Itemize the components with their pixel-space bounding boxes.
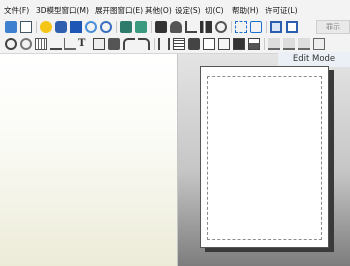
save-icon[interactable] <box>20 21 32 33</box>
cube-icon[interactable] <box>70 21 82 33</box>
menu-cut[interactable]: 切(C) <box>205 5 224 16</box>
bar-chart-icon[interactable] <box>200 21 212 33</box>
toolbar-main: 罪示 <box>0 18 350 36</box>
toolbar-separator <box>116 21 117 33</box>
menu-settings[interactable]: 设定(S) <box>175 5 201 16</box>
move-icon[interactable] <box>188 38 200 50</box>
print-icon[interactable] <box>248 38 260 50</box>
print-margin-guide <box>207 76 322 240</box>
edit-mode-label: Edit Mode <box>278 52 350 67</box>
text-icon[interactable]: T <box>78 38 90 50</box>
3d-model-pane[interactable] <box>0 54 178 266</box>
toolbar-separator <box>36 21 37 33</box>
paint-icon[interactable] <box>55 21 67 33</box>
undo-icon[interactable] <box>123 38 135 50</box>
image-icon[interactable] <box>93 38 105 50</box>
orbit-icon[interactable] <box>20 38 32 50</box>
truncated-toolbar-button[interactable]: 罪示 <box>316 20 350 34</box>
folder-open-icon[interactable] <box>5 21 17 33</box>
toolbar-separator <box>151 21 152 33</box>
select-area-icon[interactable] <box>235 21 247 33</box>
menu-other[interactable]: 其他(O) <box>145 5 172 16</box>
fill-icon[interactable] <box>135 21 147 33</box>
page-icon[interactable] <box>203 38 215 50</box>
lightbulb-icon[interactable] <box>40 21 52 33</box>
toolbar-separator <box>266 21 267 33</box>
pencil-icon[interactable] <box>64 38 76 50</box>
layout-icon[interactable] <box>233 38 245 50</box>
toolbar-separator <box>154 38 155 50</box>
menu-help[interactable]: 帮助(H) <box>232 5 259 16</box>
menu-bar: 文件(F) 3D模型窗口(M) 展开图窗口(E) 其他(O) 设定(S) 切(C… <box>0 0 350 18</box>
sphere-icon[interactable] <box>85 21 97 33</box>
distribute-icon[interactable] <box>173 38 185 50</box>
line-tool-icon[interactable] <box>50 38 62 50</box>
toolbar-separator <box>231 21 232 33</box>
menu-3d-model-window[interactable]: 3D模型窗口(M) <box>36 5 89 16</box>
redo-icon[interactable] <box>138 38 150 50</box>
stamp-icon[interactable] <box>108 38 120 50</box>
brush-icon[interactable] <box>155 21 167 33</box>
align-left-icon[interactable] <box>268 38 280 50</box>
rotate-icon[interactable] <box>100 21 112 33</box>
menu-license[interactable]: 许可证(L) <box>265 5 298 16</box>
resize-icon[interactable] <box>250 21 262 33</box>
toolbar-separator <box>264 38 265 50</box>
panel-icon[interactable] <box>313 38 325 50</box>
single-window-icon[interactable] <box>270 21 282 33</box>
person-icon[interactable] <box>185 21 197 33</box>
menu-unfold-window[interactable]: 展开图窗口(E) <box>95 5 143 16</box>
align-icon[interactable] <box>158 38 170 50</box>
cylinder-icon[interactable] <box>170 21 182 33</box>
grid-icon[interactable] <box>35 38 47 50</box>
rotate-view-icon[interactable] <box>5 38 17 50</box>
menu-file[interactable]: 文件(F) <box>4 5 29 16</box>
split-window-icon[interactable] <box>286 21 298 33</box>
align-right-icon[interactable] <box>298 38 310 50</box>
paint-bucket-icon[interactable] <box>120 21 132 33</box>
sheet-icon[interactable] <box>218 38 230 50</box>
align-center-icon[interactable] <box>283 38 295 50</box>
link-icon[interactable] <box>215 21 227 33</box>
